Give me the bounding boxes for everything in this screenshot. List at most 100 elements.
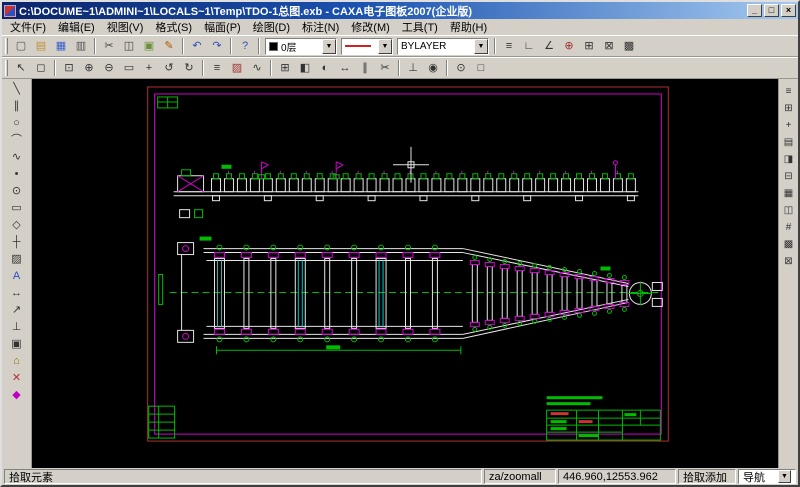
circle-tool-icon[interactable]: ○: [5, 115, 28, 132]
layers-panel-icon[interactable]: ▤: [779, 134, 798, 151]
sheet-border: [147, 86, 669, 442]
drawing-canvas[interactable]: [32, 79, 778, 468]
object-snap-icon[interactable]: ⊕: [559, 37, 579, 55]
minimize-button[interactable]: _: [747, 4, 762, 17]
polygon-tool-icon[interactable]: ◇: [5, 217, 28, 234]
zoom-window-icon[interactable]: ⊡: [59, 59, 79, 77]
spline-tool-icon[interactable]: ∿: [5, 149, 28, 166]
point-tool-icon[interactable]: •: [5, 166, 28, 183]
zoom-in-icon[interactable]: ⊕: [79, 59, 99, 77]
toolbar-separator: [494, 38, 496, 54]
view-manager-icon[interactable]: ⊞: [779, 100, 798, 117]
zoom-all-icon[interactable]: ▭: [119, 59, 139, 77]
arc-tool-icon[interactable]: ⌒: [5, 132, 28, 149]
nav-combo[interactable]: 导航 ▼: [738, 469, 796, 484]
collapse-panel-icon[interactable]: ⊟: [779, 168, 798, 185]
window-pick-icon[interactable]: ◻: [31, 59, 51, 77]
color-combo[interactable]: ▼: [341, 37, 393, 55]
menu-item-6[interactable]: 标注(N): [296, 18, 345, 36]
trim-tool-icon[interactable]: ✂: [375, 59, 395, 77]
parallel-line-tool-icon[interactable]: ∥: [5, 98, 28, 115]
paste-icon[interactable]: ▣: [139, 37, 159, 55]
previous-view-icon[interactable]: ↺: [159, 59, 179, 77]
menu-item-2[interactable]: 视图(V): [101, 18, 150, 36]
layer-manager-icon[interactable]: ≡: [207, 59, 227, 77]
print-icon[interactable]: ▥: [71, 37, 91, 55]
line-width-toggle-icon[interactable]: ≡: [499, 37, 519, 55]
format-brush-icon[interactable]: ✎: [159, 37, 179, 55]
array-tool-icon[interactable]: ⊞: [275, 59, 295, 77]
select-arrow-icon[interactable]: ↖: [11, 59, 31, 77]
rectangle-tool-icon[interactable]: ▭: [5, 200, 28, 217]
cut-icon[interactable]: ✂: [99, 37, 119, 55]
ortho-mode-icon[interactable]: ∟: [519, 37, 539, 55]
open-folder-icon[interactable]: ▤: [31, 37, 51, 55]
linetype-combo[interactable]: BYLAYER ▼: [397, 37, 489, 55]
hatch-tool-icon[interactable]: ▨: [5, 251, 28, 268]
mirror-tool-icon[interactable]: ◧: [295, 59, 315, 77]
menu-item-9[interactable]: 帮助(H): [444, 18, 493, 36]
layer-combo[interactable]: 0层 ▼: [265, 37, 337, 55]
redraw-view-icon[interactable]: ↻: [179, 59, 199, 77]
toolbar-grip[interactable]: [5, 38, 8, 54]
pan-view-icon[interactable]: +: [139, 59, 159, 77]
color-picker-icon[interactable]: ▨: [227, 59, 247, 77]
rotate-tool-icon[interactable]: ◐: [315, 59, 335, 77]
zoom-dynamic-icon[interactable]: ⊙: [451, 59, 471, 77]
close-button[interactable]: ×: [781, 4, 796, 17]
full-screen-icon[interactable]: □: [471, 59, 491, 77]
save-file-icon[interactable]: ▦: [51, 37, 71, 55]
render-mode-icon[interactable]: ▩: [619, 37, 639, 55]
redo-icon[interactable]: ↷: [207, 37, 227, 55]
erase-tool-icon[interactable]: ✕: [5, 370, 28, 387]
modify-tool-icon[interactable]: ◆: [5, 387, 28, 404]
centerline-tool-icon[interactable]: ┼: [5, 234, 28, 251]
toolbar-grip[interactable]: [5, 60, 8, 76]
menu-item-4[interactable]: 幅面(P): [198, 18, 247, 36]
polar-track-icon[interactable]: ∠: [539, 37, 559, 55]
copy-icon[interactable]: ◫: [119, 37, 139, 55]
ellipse-tool-icon[interactable]: ⊙: [5, 183, 28, 200]
cad-drawing[interactable]: [32, 79, 778, 468]
pick-mode-toggle[interactable]: 拾取添加: [678, 469, 736, 484]
columns-panel-icon[interactable]: ◫: [779, 202, 798, 219]
menu-item-8[interactable]: 工具(T): [396, 18, 444, 36]
leader-tool-icon[interactable]: ↗: [5, 302, 28, 319]
menu-item-7[interactable]: 修改(M): [345, 18, 396, 36]
datum-tool-icon[interactable]: ⊥: [5, 319, 28, 336]
chevron-down-icon[interactable]: ▼: [778, 470, 791, 483]
dimension-tool-icon[interactable]: ↔: [5, 285, 28, 302]
grid-toggle-icon[interactable]: ⊞: [579, 37, 599, 55]
zoom-out-icon[interactable]: ⊖: [99, 59, 119, 77]
help-icon[interactable]: ?: [235, 37, 255, 55]
linetype-combo-value: BYLAYER: [401, 40, 447, 52]
maximize-button[interactable]: □: [764, 4, 779, 17]
chevron-down-icon[interactable]: ▼: [322, 38, 336, 54]
dynamic-input-icon[interactable]: ⊠: [599, 37, 619, 55]
measure-tool-icon[interactable]: ⊥: [403, 59, 423, 77]
snap-panel-icon[interactable]: #: [779, 219, 798, 236]
split-view-icon[interactable]: ◨: [779, 151, 798, 168]
panel-toolbar: ≡ ⊞ + ▤ ◨ ⊟ ▦ ◫ # ▩ ⊠: [778, 79, 798, 468]
library-tool-icon[interactable]: ⌂: [5, 353, 28, 370]
chevron-down-icon[interactable]: ▼: [378, 38, 392, 54]
text-tool-icon[interactable]: A: [5, 268, 28, 285]
menu-item-5[interactable]: 绘图(D): [247, 18, 296, 36]
menu-item-1[interactable]: 编辑(E): [52, 18, 101, 36]
move-tool-icon[interactable]: ↔: [335, 59, 355, 77]
pattern-panel-icon[interactable]: ▩: [779, 236, 798, 253]
offset-tool-icon[interactable]: ∥: [355, 59, 375, 77]
menu-item-3[interactable]: 格式(S): [149, 18, 198, 36]
new-file-icon[interactable]: ▢: [11, 37, 31, 55]
coordinate-panel-icon[interactable]: +: [779, 117, 798, 134]
chevron-down-icon[interactable]: ▼: [474, 38, 488, 54]
menu-item-0[interactable]: 文件(F): [4, 18, 52, 36]
linetype-manager-icon[interactable]: ∿: [247, 59, 267, 77]
line-tool-icon[interactable]: ╲: [5, 81, 28, 98]
block-tool-icon[interactable]: ▣: [5, 336, 28, 353]
undo-icon[interactable]: ↶: [187, 37, 207, 55]
close-panel-icon[interactable]: ⊠: [779, 253, 798, 270]
grid-panel-icon[interactable]: ▦: [779, 185, 798, 202]
properties-panel-icon[interactable]: ≡: [779, 83, 798, 100]
query-tool-icon[interactable]: ◉: [423, 59, 443, 77]
